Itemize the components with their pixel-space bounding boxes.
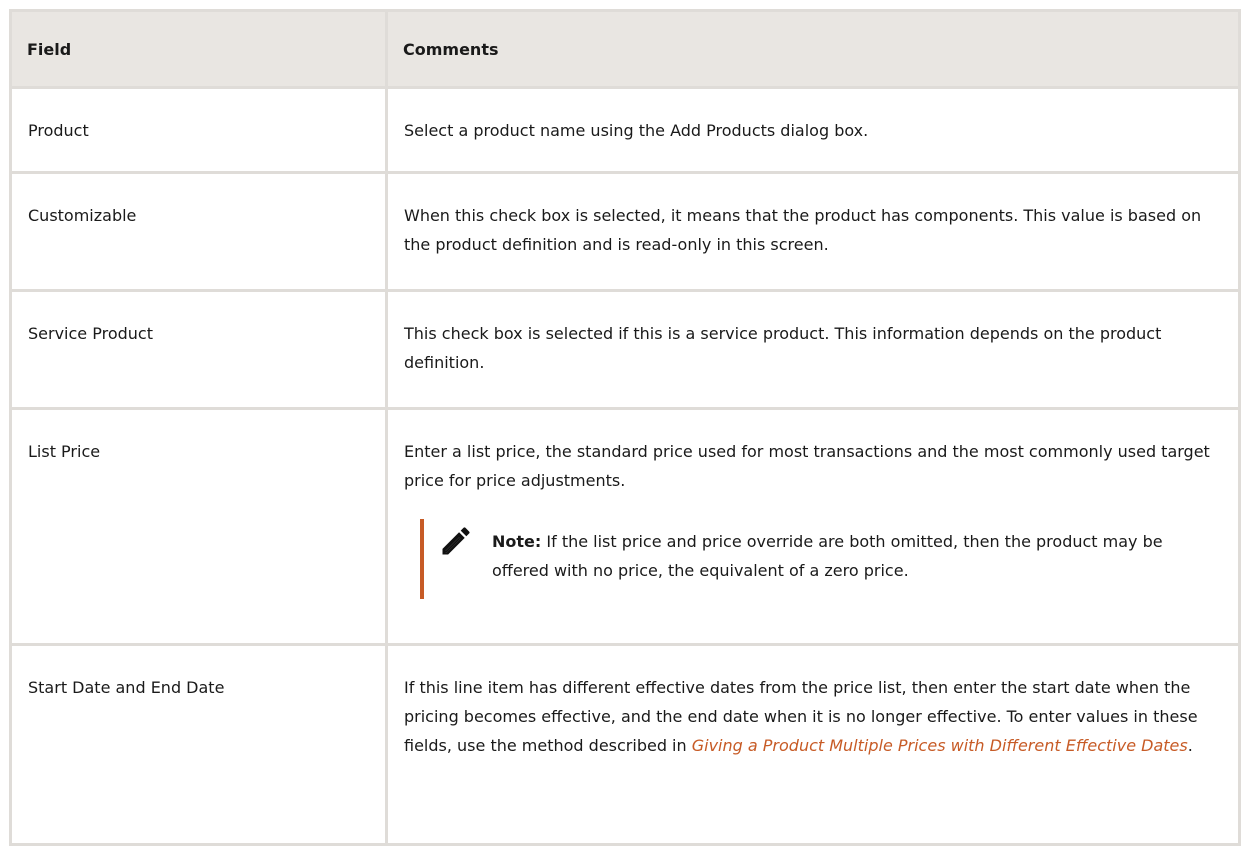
- table-row: Customizable When this check box is sele…: [9, 171, 1241, 292]
- fields-table: Field Comments Product Select a product …: [9, 9, 1241, 846]
- table-row: Start Date and End Date If this line ite…: [9, 643, 1241, 846]
- comment-text: If this line item has different effectiv…: [404, 678, 1198, 755]
- field-cell: List Price: [9, 407, 388, 646]
- pencil-icon: [442, 527, 470, 555]
- field-cell: Customizable: [9, 171, 388, 292]
- note-text: Note: If the list price and price overri…: [492, 527, 1182, 585]
- comment-cell: Select a product name using the Add Prod…: [385, 86, 1241, 174]
- comment-cell: When this check box is selected, it mean…: [385, 171, 1241, 292]
- table-header-row: Field Comments: [9, 9, 1241, 89]
- field-cell: Product: [9, 86, 388, 174]
- comment-cell: This check box is selected if this is a …: [385, 289, 1241, 410]
- fields-table-container: Field Comments Product Select a product …: [9, 9, 1241, 846]
- field-cell: Start Date and End Date: [9, 643, 388, 846]
- table-row: Service Product This check box is select…: [9, 289, 1241, 410]
- comment-text: Enter a list price, the standard price u…: [404, 442, 1210, 490]
- note-body: If the list price and price override are…: [492, 532, 1163, 580]
- field-cell: Service Product: [9, 289, 388, 410]
- table-row: List Price Enter a list price, the stand…: [9, 407, 1241, 646]
- effective-dates-link[interactable]: Giving a Product Multiple Prices with Di…: [692, 736, 1188, 755]
- note-callout: Note: If the list price and price overri…: [420, 519, 1222, 599]
- comment-cell: Enter a list price, the standard price u…: [385, 407, 1241, 646]
- table-row: Product Select a product name using the …: [9, 86, 1241, 174]
- comment-cell: If this line item has different effectiv…: [385, 643, 1241, 846]
- note-label: Note:: [492, 532, 542, 551]
- header-comments: Comments: [385, 9, 1241, 89]
- header-field: Field: [9, 9, 388, 89]
